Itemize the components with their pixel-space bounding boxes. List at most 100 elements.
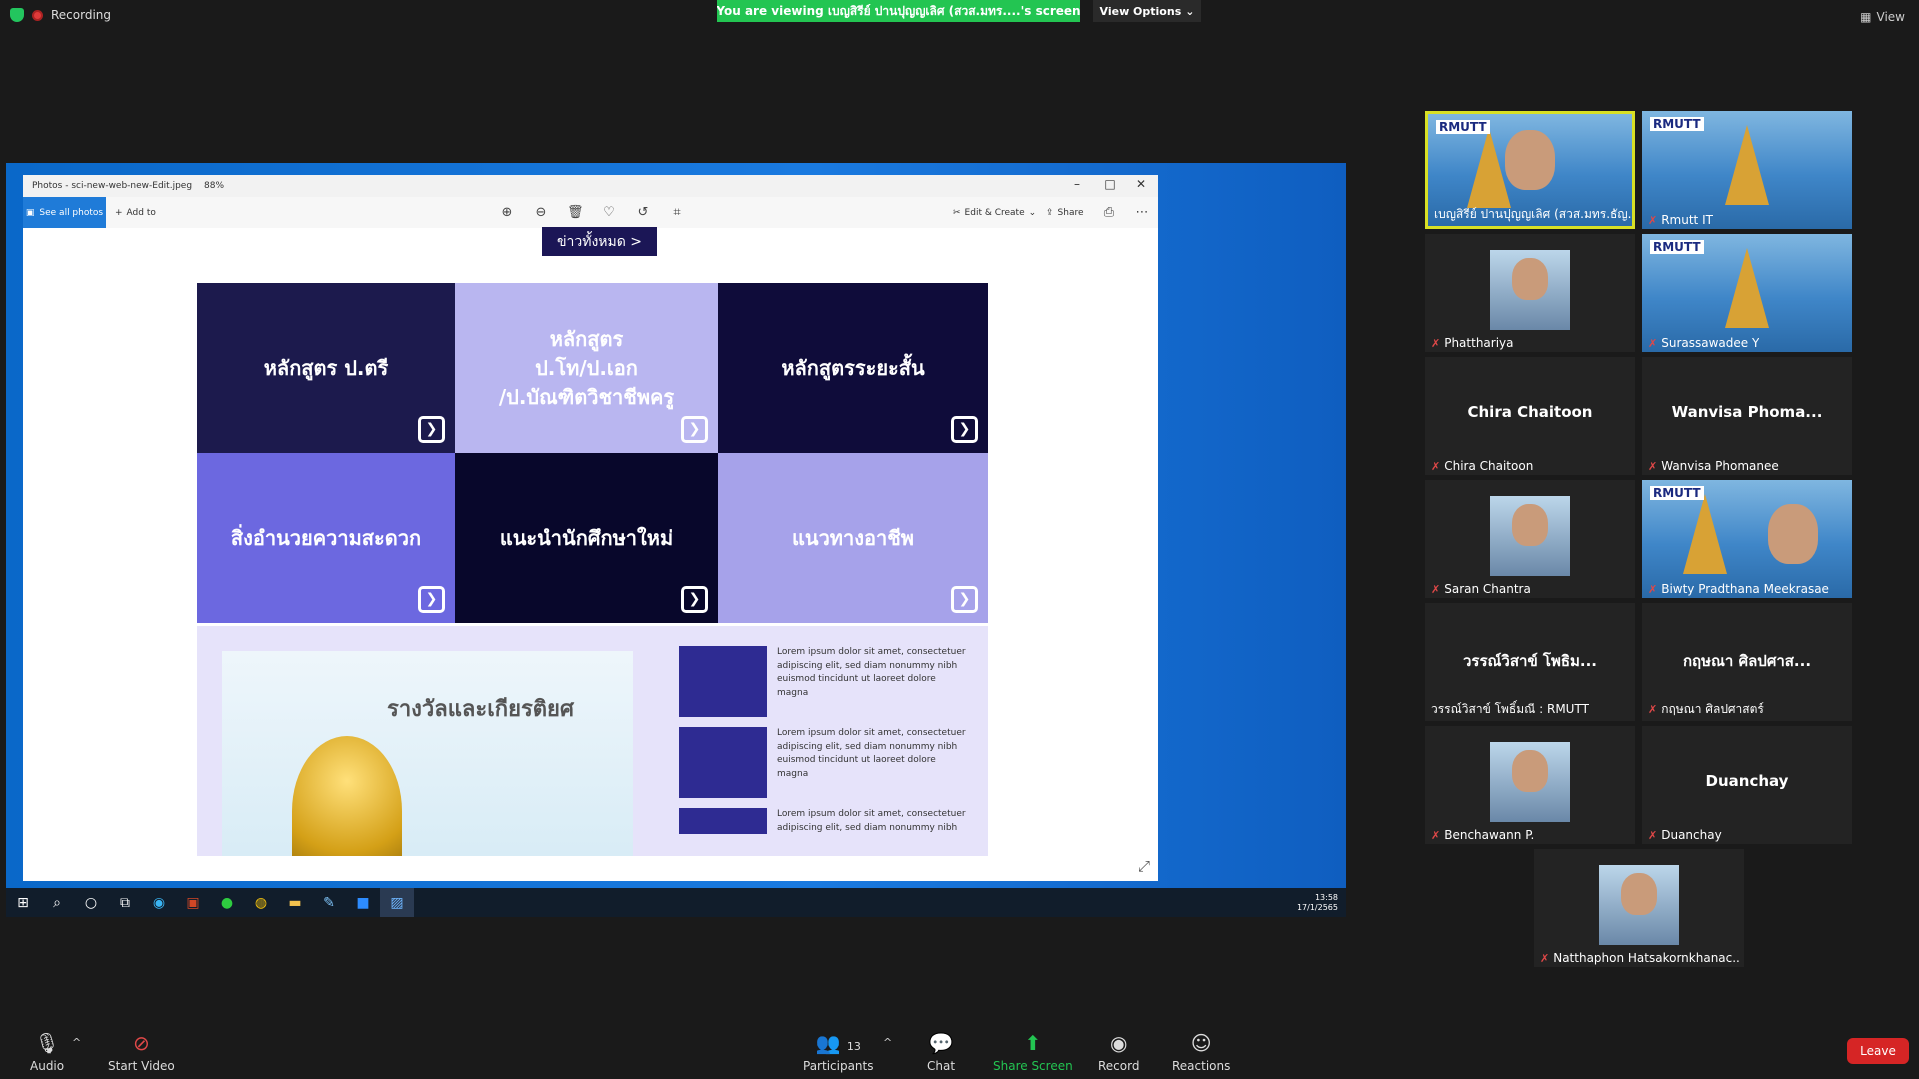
participant-tile[interactable]: Chira Chaitoon ✗ Chira Chaitoon — [1425, 357, 1635, 475]
powerpoint-icon[interactable]: ▣ — [176, 888, 210, 917]
chevron-right-icon: ❯ — [951, 416, 978, 443]
zoom-app-icon[interactable]: ■ — [346, 888, 380, 917]
leave-button[interactable]: Leave — [1847, 1038, 1909, 1064]
windows-start-icon[interactable]: ⊞ — [6, 888, 40, 917]
recording-indicator[interactable]: Recording — [10, 8, 111, 22]
edit-create-label: Edit & Create — [964, 207, 1025, 218]
view-options-button[interactable]: View Options ⌄ — [1093, 0, 1201, 22]
record-dot-icon — [32, 9, 43, 21]
edge-icon[interactable]: ◉ — [142, 888, 176, 917]
participant-tile[interactable]: Duanchay ✗ Duanchay — [1642, 726, 1852, 844]
participant-face — [1768, 504, 1819, 564]
view-all-news-button: ข่าวทั้งหมด > — [542, 227, 657, 256]
more-icon[interactable]: ⋯ — [1134, 205, 1150, 220]
participant-tile[interactable]: RMUTT เบญสิรีย์ ปานปุญญเลิศ (สวส.มทร.ธัญ.… — [1425, 111, 1635, 229]
participant-face — [1512, 750, 1548, 792]
zoom-in-icon[interactable]: ⊕ — [499, 205, 515, 220]
participant-face — [1512, 504, 1548, 546]
participant-name-text: Biwty Pradthana Meekrasae — [1661, 582, 1829, 596]
participant-tile[interactable]: RMUTT ✗ Surassawadee Y — [1642, 234, 1852, 352]
participant-tile[interactable]: ✗ Phatthariya — [1425, 234, 1635, 352]
line-icon[interactable]: ● — [210, 888, 244, 917]
news-thumbnail — [679, 646, 767, 717]
add-to-button[interactable]: + Add to — [115, 197, 156, 228]
chat-button[interactable]: 💬 Chat — [927, 1032, 955, 1073]
record-button[interactable]: ◉ Record — [1098, 1032, 1139, 1073]
profile-photo — [1490, 496, 1570, 576]
chevron-right-icon: ❯ — [418, 416, 445, 443]
participant-name-text: Rmutt IT — [1661, 213, 1713, 227]
favorite-icon[interactable]: ♡ — [601, 205, 617, 220]
see-all-photos-button[interactable]: ▣ See all photos — [23, 197, 106, 228]
participant-tile[interactable]: Wanvisa Phoma... ✗ Wanvisa Phomanee — [1642, 357, 1852, 475]
chevron-right-icon: ❯ — [681, 416, 708, 443]
participant-name-text: กฤษณา ศิลปศาสตร์ — [1661, 702, 1764, 716]
participant-tile[interactable]: ✗ Natthaphon Hatsakornkhanac... — [1534, 849, 1744, 967]
microphone-icon: 🎙 — [34, 1031, 60, 1055]
delete-icon[interactable]: 🗑 — [567, 205, 584, 220]
system-clock[interactable]: 13:58 17/1/2565 — [1297, 893, 1338, 914]
participant-tile[interactable]: RMUTT ✗ Biwty Pradthana Meekrasae — [1642, 480, 1852, 598]
program-tile-label: หลักสูตร ป.โท/ป.เอก /ป.บัณฑิตวิชาชีพครู — [498, 326, 675, 409]
participant-display-name: วรรณ์วิสาข์ โพธิม... — [1462, 652, 1597, 670]
audio-options-chevron-icon[interactable]: ^ — [72, 1036, 81, 1049]
participant-name: ✗ Rmutt IT — [1648, 213, 1713, 227]
participant-name-text: เบญสิรีย์ ปานปุญญเลิศ (สวส.มทร.ธัญ... — [1434, 207, 1634, 221]
reactions-label: Reactions — [1172, 1059, 1231, 1073]
audio-button[interactable]: 🎙 Audio — [30, 1032, 64, 1073]
task-view-icon[interactable]: ⧉ — [108, 888, 142, 917]
participant-name-text: Natthaphon Hatsakornkhanac... — [1553, 951, 1740, 965]
notepad-icon[interactable]: ✎ — [312, 888, 346, 917]
share-label: Share — [1057, 207, 1084, 218]
mic-muted-icon: ✗ — [1648, 703, 1658, 716]
chrome-icon[interactable]: ◍ — [244, 888, 278, 917]
photos-title: Photos - sci-new-web-new-Edit.jpeg — [32, 181, 193, 191]
photos-app-icon[interactable]: ▨ — [380, 888, 414, 917]
cortana-icon[interactable]: ○ — [74, 888, 108, 917]
participant-name: ✗ Saran Chantra — [1431, 582, 1531, 596]
maximize-icon[interactable]: □ — [1095, 177, 1125, 191]
participant-name: ✗ Chira Chaitoon — [1431, 459, 1533, 473]
view-button[interactable]: ▦ View — [1860, 10, 1905, 24]
program-tile-label: หลักสูตร ป.ตรี — [263, 355, 389, 380]
fullscreen-icon[interactable]: ⤢ — [1138, 857, 1150, 875]
program-tile-label: แนะนำนักศึกษาใหม่ — [499, 525, 674, 550]
participant-display-name: Chira Chaitoon — [1467, 403, 1593, 421]
mic-muted-icon: ✗ — [1431, 828, 1441, 842]
edit-create-button[interactable]: ✂ Edit & Create ⌄ — [953, 197, 1036, 228]
view-options-label: View Options — [1099, 4, 1182, 18]
scissors-icon: ✂ — [953, 207, 961, 218]
zoom-out-icon[interactable]: ⊖ — [533, 205, 549, 220]
participant-name-text: Chira Chaitoon — [1444, 459, 1534, 473]
participant-name-text: Wanvisa Phomanee — [1661, 459, 1779, 473]
print-icon[interactable]: ⎙ — [1101, 205, 1117, 220]
chevron-down-icon: ⌄ — [1028, 207, 1037, 218]
participant-name-text: Benchawann P. — [1444, 828, 1535, 842]
participant-tile[interactable]: ✗ Saran Chantra — [1425, 480, 1635, 598]
plus-icon: + — [115, 207, 123, 218]
participants-button[interactable]: 👥 13 Participants — [803, 1032, 874, 1073]
program-tile-label: แนวทางอาชีพ — [792, 525, 914, 550]
participant-face — [1621, 873, 1657, 915]
share-button[interactable]: ⇪ Share — [1046, 197, 1084, 228]
search-icon[interactable]: ⌕ — [40, 888, 74, 917]
start-video-button[interactable]: ⊘ Start Video — [108, 1032, 175, 1073]
crop-icon[interactable]: ⌗ — [669, 205, 685, 220]
participant-tile[interactable]: วรรณ์วิสาข์ โพธิม... วรรณ์วิสาข์ โพธิ์มณี… — [1425, 603, 1635, 721]
close-icon[interactable]: ✕ — [1126, 177, 1156, 191]
photos-icon: ▣ — [25, 207, 35, 218]
rotate-icon[interactable]: ↺ — [635, 205, 651, 220]
share-screen-button[interactable]: ⬆ Share Screen — [993, 1032, 1073, 1073]
participant-tile[interactable]: ✗ Benchawann P. — [1425, 726, 1635, 844]
file-explorer-icon[interactable]: ▬ — [278, 888, 312, 917]
participants-chevron-icon[interactable]: ^ — [883, 1036, 892, 1049]
minimize-icon[interactable]: – — [1062, 177, 1092, 191]
mic-muted-icon: ✗ — [1540, 951, 1550, 965]
reactions-button[interactable]: ☺ Reactions — [1172, 1032, 1230, 1073]
participant-tile[interactable]: RMUTT ✗ Rmutt IT — [1642, 111, 1852, 229]
participants-count: 13 — [846, 1040, 861, 1053]
share-screen-icon: ⬆ — [1024, 1031, 1042, 1055]
mic-muted-icon: ✗ — [1648, 582, 1658, 596]
mic-muted-icon: ✗ — [1648, 828, 1658, 842]
participant-tile[interactable]: กฤษณา ศิลปศาส... ✗ กฤษณา ศิลปศาสตร์ — [1642, 603, 1852, 721]
